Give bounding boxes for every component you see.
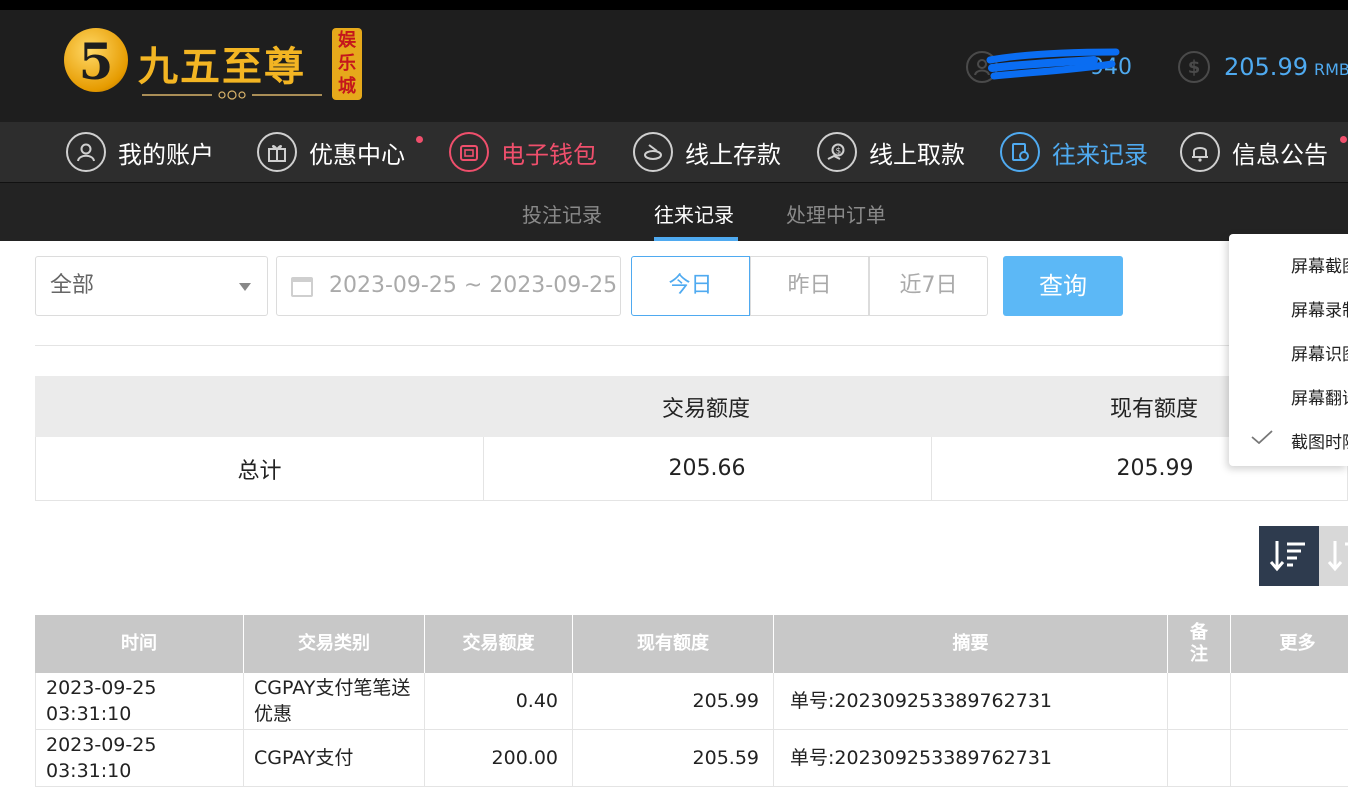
- query-button[interactable]: 查询: [1003, 256, 1123, 316]
- deposit-icon: [633, 132, 673, 172]
- calendar-icon: [291, 277, 313, 297]
- header-summary[interactable]: 摘要: [774, 615, 1168, 673]
- cell-type: CGPAY支付笔笔送优惠: [244, 673, 425, 729]
- nav-item-promotions[interactable]: 优惠中心: [257, 132, 405, 172]
- records-icon: [1000, 132, 1040, 172]
- promotions-notification-dot: [416, 136, 423, 143]
- cell-balance: 205.59: [573, 730, 774, 786]
- menu-item-screen-record[interactable]: 屏幕录制: [1291, 296, 1348, 321]
- summary-label: 总计: [237, 458, 282, 484]
- checkmark-icon: [1251, 430, 1273, 444]
- site-header: 5 九五至尊 娱乐城 940 $ 205.99 RMB: [0, 10, 1348, 122]
- main-nav: 我的账户 优惠中心 电子钱包 线上存款 $ 线上取款 往来记录 信息公告: [0, 122, 1348, 182]
- cell-type: CGPAY支付: [244, 730, 425, 786]
- nav-item-label: 线上取款: [869, 140, 965, 169]
- cell-summary: 单号:202309253389762731: [774, 730, 1168, 786]
- header-more[interactable]: 更多: [1231, 615, 1348, 673]
- nav-item-label: 优惠中心: [309, 140, 405, 169]
- select-value: 全部: [50, 273, 95, 298]
- top-strip: [0, 0, 1348, 10]
- nav-item-announcements[interactable]: 信息公告: [1180, 132, 1328, 172]
- nav-item-label: 我的账户: [118, 140, 214, 169]
- cell-amount: 200.00: [425, 730, 573, 786]
- divider: [35, 345, 1348, 346]
- summary-header-empty: [35, 376, 482, 437]
- balance-info: $ 205.99 RMB: [1178, 50, 1348, 84]
- nav-item-label: 电子钱包: [501, 140, 597, 169]
- summary-header-amount: 交易额度: [661, 396, 750, 422]
- sort-descending-icon: [1269, 541, 1305, 572]
- user-icon: [66, 132, 106, 172]
- cell-note: [1168, 673, 1231, 729]
- records-header: 时间 交易类别 交易额度 现有额度 摘要 备注 更多: [35, 615, 1348, 673]
- header-amount[interactable]: 交易额度: [425, 615, 573, 673]
- sort-ascending-button[interactable]: [1319, 526, 1348, 586]
- nav-item-label: 信息公告: [1232, 140, 1328, 169]
- summary-amount: 205.66: [668, 456, 746, 481]
- records-table: 时间 交易类别 交易额度 现有额度 摘要 备注 更多 2023-09-25 03…: [35, 615, 1348, 787]
- subtab-transaction-records[interactable]: 往来记录: [654, 199, 734, 228]
- menu-item-screen-translate[interactable]: 屏幕翻译: [1291, 384, 1348, 409]
- nav-item-e-wallet[interactable]: 电子钱包: [449, 132, 597, 172]
- logo-badge: 娱乐城: [332, 28, 362, 100]
- sort-ascending-icon: [1327, 541, 1348, 572]
- menu-item-hide-window[interactable]: 截图时隐藏当前窗口: [1291, 428, 1348, 453]
- summary-header: 交易额度 现有额度: [35, 376, 1348, 437]
- bell-icon: [1180, 132, 1220, 172]
- logo-ornament-icon: [142, 90, 322, 100]
- cell-summary: 单号:202309253389762731: [774, 673, 1168, 729]
- header-type[interactable]: 交易类别: [244, 615, 425, 673]
- site-logo[interactable]: 5 九五至尊 娱乐城: [64, 26, 364, 106]
- date-range-value: 2023-09-25 ~ 2023-09-25: [329, 273, 618, 298]
- header-time[interactable]: 时间: [35, 615, 244, 673]
- nav-item-label: 线上存款: [685, 140, 781, 169]
- cell-more[interactable]: [1231, 673, 1348, 729]
- gift-icon: [257, 132, 297, 172]
- cell-time: 2023-09-25 03:31:10: [36, 730, 244, 786]
- balance-currency: RMB: [1313, 59, 1348, 79]
- cell-more[interactable]: [1231, 730, 1348, 786]
- sort-descending-button[interactable]: [1259, 526, 1319, 586]
- menu-item-screen-recognize[interactable]: 屏幕识图: [1291, 340, 1348, 365]
- cell-amount: 0.40: [425, 673, 573, 729]
- date-range-picker[interactable]: 2023-09-25 ~ 2023-09-25: [276, 256, 621, 316]
- active-tab-indicator: [654, 237, 738, 241]
- summary-row: 总计 205.66 205.99: [35, 437, 1348, 501]
- svg-text:$: $: [836, 147, 842, 157]
- subtab-pending-orders[interactable]: 处理中订单: [786, 199, 886, 228]
- nav-item-online-deposit[interactable]: 线上存款: [633, 132, 781, 172]
- wallet-icon: [449, 132, 489, 172]
- caret-down-icon: [239, 283, 251, 291]
- nav-item-online-withdraw[interactable]: $ 线上取款: [817, 132, 965, 172]
- cell-note: [1168, 730, 1231, 786]
- today-button[interactable]: 今日: [631, 256, 750, 316]
- nav-item-transaction-records[interactable]: 往来记录: [1000, 132, 1148, 172]
- sub-nav: 投注记录 往来记录 处理中订单: [0, 182, 1348, 241]
- withdraw-icon: $: [817, 132, 857, 172]
- screenshot-context-menu: 屏幕截图 屏幕录制 屏幕识图 屏幕翻译 截图时隐藏当前窗口: [1229, 234, 1348, 466]
- announcements-notification-dot: [1340, 136, 1347, 143]
- menu-item-screenshot[interactable]: 屏幕截图: [1291, 252, 1348, 277]
- table-row: 2023-09-25 03:31:10 CGPAY支付 200.00 205.5…: [35, 730, 1348, 787]
- logo-emblem-icon: 5: [64, 28, 128, 92]
- summary-table: 交易额度 现有额度 总计 205.66 205.99: [35, 376, 1348, 501]
- last-7-days-button[interactable]: 近7日: [869, 256, 988, 316]
- subtab-bet-records[interactable]: 投注记录: [522, 199, 602, 228]
- header-note[interactable]: 备注: [1168, 615, 1231, 673]
- dollar-icon: $: [1178, 51, 1210, 83]
- yesterday-button[interactable]: 昨日: [750, 256, 869, 316]
- header-balance[interactable]: 现有额度: [573, 615, 774, 673]
- nav-item-my-account[interactable]: 我的账户: [66, 132, 214, 172]
- nav-item-label: 往来记录: [1052, 140, 1148, 169]
- cell-time: 2023-09-25 03:31:10: [36, 673, 244, 729]
- logo-title: 九五至尊: [138, 43, 306, 90]
- cell-balance: 205.99: [573, 673, 774, 729]
- balance-amount: 205.99: [1224, 53, 1308, 81]
- username-redaction-scribble: [986, 48, 1120, 80]
- table-row: 2023-09-25 03:31:10 CGPAY支付笔笔送优惠 0.40 20…: [35, 673, 1348, 730]
- transaction-type-select[interactable]: 全部: [35, 256, 268, 316]
